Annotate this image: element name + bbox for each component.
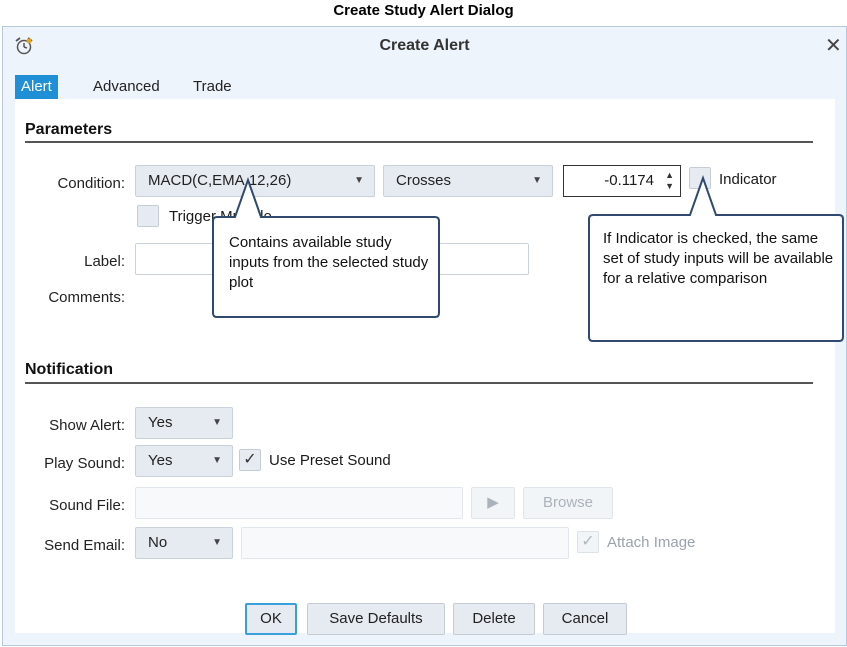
dialog-title: Create Alert <box>379 37 470 54</box>
tab-trade[interactable]: Trade <box>187 75 238 99</box>
threshold-spinner[interactable]: -0.1174 ▲ ▼ <box>563 165 681 197</box>
callout-left-text: Contains available study inputs from the… <box>229 234 429 291</box>
play-sound-select[interactable]: Yes ▼ <box>135 445 233 477</box>
parameters-heading: Parameters <box>25 121 113 138</box>
operator-value: Crosses <box>396 172 452 189</box>
attach-image-checkbox[interactable]: ✓ <box>577 531 599 553</box>
use-preset-sound-label: Use Preset Sound <box>269 452 391 469</box>
condition-select[interactable]: MACD(C,EMA,12,26) ▼ <box>135 165 375 197</box>
create-alert-dialog: Create Alert ✕ Alert Advanced Trade Para… <box>2 26 847 646</box>
alert-tab-panel: Parameters Condition: MACD(C,EMA,12,26) … <box>15 99 835 635</box>
play-sound-value: Yes <box>148 452 173 469</box>
operator-select[interactable]: Crosses ▼ <box>383 165 553 197</box>
ok-button[interactable]: OK <box>245 603 297 635</box>
notification-divider <box>25 382 813 384</box>
use-preset-sound-checkbox[interactable]: ✓ <box>239 449 261 471</box>
checkmark-icon: ✓ <box>581 533 595 550</box>
tab-alert[interactable]: Alert <box>15 75 58 99</box>
chevron-down-icon: ▼ <box>212 417 222 428</box>
condition-label: Condition: <box>57 175 125 192</box>
comments-textarea[interactable] <box>135 285 529 349</box>
spinner-arrows-icon[interactable]: ▲ ▼ <box>665 170 674 192</box>
trigger-multiple-checkbox[interactable] <box>137 205 159 227</box>
attach-image-label: Attach Image <box>607 534 696 551</box>
tab-advanced[interactable]: Advanced <box>87 75 166 99</box>
parameters-divider <box>25 141 813 143</box>
send-email-label: Send Email: <box>44 537 125 554</box>
show-alert-value: Yes <box>148 414 173 431</box>
condition-value: MACD(C,EMA,12,26) <box>148 172 292 189</box>
cancel-button[interactable]: Cancel <box>543 603 627 635</box>
chevron-down-icon: ▼ <box>212 455 222 466</box>
title-bar[interactable]: Create Alert ✕ <box>3 27 846 67</box>
play-button[interactable]: ▶ <box>471 487 515 519</box>
trigger-multiple-label: Trigger Multiple <box>169 208 272 225</box>
play-sound-label: Play Sound: <box>44 455 125 472</box>
sound-file-label: Sound File: <box>49 497 125 514</box>
email-address-input[interactable] <box>241 527 569 559</box>
label-label: Label: <box>84 253 125 270</box>
send-email-select[interactable]: No ▼ <box>135 527 233 559</box>
save-defaults-button[interactable]: Save Defaults <box>307 603 445 635</box>
chevron-down-icon: ▼ <box>532 175 542 186</box>
browse-button[interactable]: Browse <box>523 487 613 519</box>
comments-label: Comments: <box>48 289 125 306</box>
threshold-value: -0.1174 <box>604 172 654 189</box>
delete-button[interactable]: Delete <box>453 603 535 635</box>
indicator-checkbox[interactable] <box>689 167 711 189</box>
notification-heading: Notification <box>25 361 113 378</box>
figure-caption: Create Study Alert Dialog <box>333 2 514 19</box>
chevron-down-icon: ▼ <box>212 537 222 548</box>
chevron-down-icon: ▼ <box>354 175 364 186</box>
indicator-label: Indicator <box>719 171 777 188</box>
checkmark-icon: ✓ <box>243 451 257 468</box>
show-alert-select[interactable]: Yes ▼ <box>135 407 233 439</box>
callout-right-text: If Indicator is checked, the same set of… <box>603 230 834 287</box>
send-email-value: No <box>148 534 168 551</box>
sound-file-input[interactable] <box>135 487 463 519</box>
show-alert-label: Show Alert: <box>49 417 125 434</box>
play-icon: ▶ <box>487 494 499 511</box>
close-icon[interactable]: ✕ <box>825 33 842 58</box>
